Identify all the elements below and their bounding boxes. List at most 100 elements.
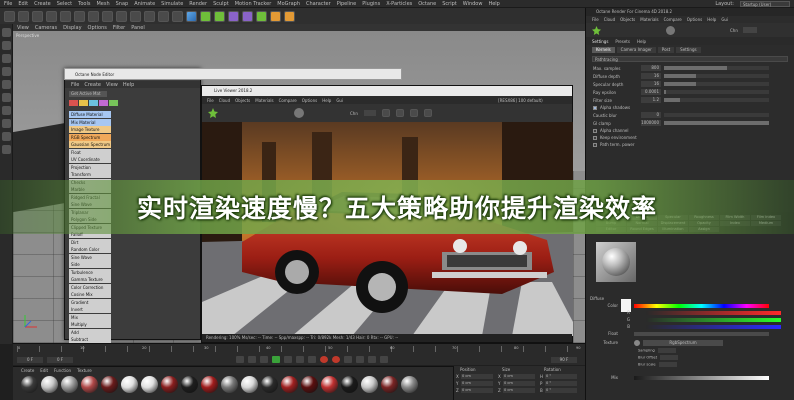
node-type-item[interactable]: Add [69,328,111,336]
chn-select[interactable] [363,110,376,116]
octane-settings-subtab[interactable]: Kernels [592,46,615,53]
texture-arrow-icon[interactable] [634,339,640,346]
material-ball[interactable] [141,376,158,393]
blur-offset-field[interactable]: Blur Offset [638,355,679,360]
menu-item[interactable]: Plugins [362,1,380,7]
node-editor-menu-item[interactable]: Create [84,82,101,88]
material-ball[interactable] [381,376,398,393]
viewport-menu-item[interactable]: Filter [113,25,125,31]
setting-slider[interactable] [664,82,769,86]
coordinate-value[interactable]: 0 ° [545,381,577,386]
region-render-icon[interactable] [423,109,432,117]
coordinate-field[interactable]: Z0 cm [498,388,540,393]
material-ball[interactable] [301,376,318,393]
setting-value[interactable]: 16 [641,73,661,79]
coordinate-value[interactable]: 0 cm [461,374,493,379]
mix-row[interactable]: Mix [590,374,790,381]
deformer-icon[interactable] [242,10,253,22]
camera-icon[interactable] [270,10,281,22]
lock-icon[interactable] [381,109,390,117]
select-icon[interactable] [32,10,43,22]
material-manager-menu-item[interactable]: Edit [40,368,48,373]
scale-icon[interactable] [60,10,71,22]
floor-icon[interactable] [256,10,267,22]
light-icon[interactable] [284,10,295,22]
node-type-item[interactable]: Turbulence [69,268,111,276]
coordinate-field[interactable]: P0 ° [540,381,582,386]
texture-row[interactable]: Texture RgbSpectrum [590,339,790,346]
menu-item[interactable]: Help [488,1,499,7]
node-type-item[interactable]: Subtract [69,336,111,343]
material-ball[interactable] [101,376,118,393]
menu-item[interactable]: MoGraph [277,1,300,7]
material-ball[interactable] [41,376,58,393]
cube-icon[interactable] [186,10,197,22]
octane-panel-tab[interactable]: Presets [615,39,630,44]
viewport-menu-item[interactable]: View [17,25,29,31]
node-type-item[interactable]: Projection [69,163,111,171]
node-type-item[interactable]: Dirt [69,238,111,246]
menu-item[interactable]: Motion Tracker [235,1,272,7]
node-editor-menu-item[interactable]: Help [123,82,134,88]
setting-value[interactable]: 1.2 [641,97,661,103]
material-ball[interactable] [181,376,198,393]
solo-icon[interactable] [1,145,11,154]
z-axis-icon[interactable] [116,10,127,22]
octane-logo-icon[interactable] [592,25,601,35]
undo-icon[interactable] [4,10,15,22]
material-manager-menu-item[interactable]: Create [21,368,34,373]
coordinate-value[interactable]: 0 cm [461,388,493,393]
node-editor-menu-item[interactable]: File [71,82,79,88]
material-ball[interactable] [121,376,138,393]
octane-settings-subtab[interactable]: Post [657,46,675,53]
redo-icon[interactable] [18,10,29,22]
node-type-item[interactable]: Mix Material [69,118,111,126]
setting-row[interactable]: Specular depth 16 [586,80,794,88]
setting-checkbox[interactable]: Keep environment [586,134,794,141]
y-axis-icon[interactable] [102,10,113,22]
move-icon[interactable] [46,10,57,22]
go-to-end-icon[interactable] [308,356,316,363]
render-view-icon[interactable] [144,10,155,22]
model-mode-icon[interactable] [1,41,11,50]
start-frame-field[interactable]: 0 F [17,356,43,363]
coordinate-field[interactable]: B0 ° [540,388,582,393]
node-type-item[interactable]: Gradient [69,298,111,306]
menu-item[interactable]: Select [57,1,72,7]
viewport-menu-item[interactable]: Cameras [35,25,57,31]
setting-slider[interactable] [664,90,769,94]
texture-mode-icon[interactable] [1,54,11,63]
r-channel-row[interactable]: R [590,309,790,316]
menu-item[interactable]: Window [463,1,483,7]
x-axis-icon[interactable] [88,10,99,22]
material-ball[interactable] [81,376,98,393]
pen-icon[interactable] [200,10,211,22]
pick-focus-icon[interactable] [395,109,404,117]
coordinate-value[interactable]: 0 cm [503,374,535,379]
material-ball[interactable] [21,376,38,393]
viewport-menu-item[interactable]: Panel [131,25,145,31]
float-row[interactable]: Float [590,330,790,337]
material-ball[interactable] [321,376,338,393]
node-type-item[interactable]: Transform [69,171,111,178]
node-type-item[interactable]: Random Color [69,246,111,253]
node-type-item[interactable]: Multiply [69,321,111,328]
menu-item[interactable]: Script [442,1,457,7]
coordinate-value[interactable]: 0 ° [545,374,577,379]
node-type-item[interactable]: Diffuse Material [69,111,111,118]
coord-system-icon[interactable] [130,10,141,22]
material-manager-menu-item[interactable]: Function [54,368,71,373]
go-to-start-icon[interactable] [236,356,244,363]
menu-item[interactable]: Sculpt [213,1,229,7]
sampling-field[interactable]: Sampling [638,348,676,353]
rotate-icon[interactable] [74,10,85,22]
octane-menu-item[interactable]: File [592,17,599,22]
node-type-item[interactable]: Cosine Mix [69,291,111,298]
kernel-select[interactable]: Pathtracing [592,56,788,62]
menu-item[interactable]: X-Particles [386,1,412,7]
coordinate-field[interactable]: X0 cm [498,374,540,379]
viewport-menu-item[interactable]: Options [88,25,107,31]
blur-scale-field[interactable]: Blur scale [638,362,677,367]
record-icon[interactable] [320,356,328,363]
octane-menu-item[interactable]: Options [687,17,702,22]
